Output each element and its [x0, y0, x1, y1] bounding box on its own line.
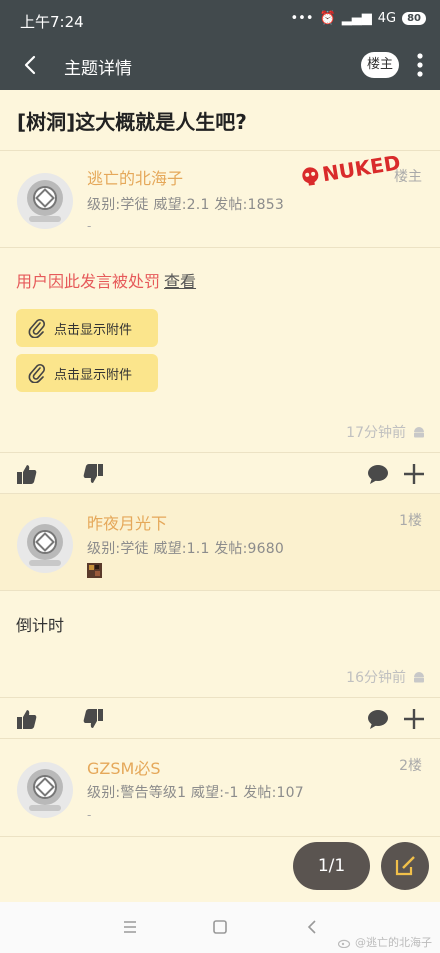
divider — [0, 836, 440, 837]
skull-icon — [302, 167, 319, 186]
comment-icon[interactable] — [367, 708, 389, 730]
floor-label: 2楼 — [399, 758, 422, 774]
page-title: 主题详情 — [64, 59, 132, 79]
user-meta: 级别:警告等级1 威望:-1 发帖:107 — [87, 785, 304, 801]
battery-icon: 80 — [402, 12, 426, 25]
more-vert-icon[interactable] — [412, 52, 428, 78]
owner-only-button[interactable]: 楼主 — [361, 52, 399, 78]
avatar[interactable] — [16, 761, 74, 819]
floor-label: 1楼 — [399, 513, 422, 529]
post-time: 16分钟前 — [346, 667, 426, 687]
status-icons: ••• ⏰ ▂▄▆ 4G 80 — [291, 11, 426, 26]
floor-label: 楼主 — [394, 169, 422, 185]
signal-icon: ▂▄▆ — [341, 11, 372, 26]
thumbs-down-icon[interactable] — [82, 463, 104, 485]
edit-icon — [395, 856, 415, 876]
comment-icon[interactable] — [367, 463, 389, 485]
avatar[interactable] — [16, 516, 74, 574]
android-icon — [414, 672, 424, 683]
attachment-button[interactable]: 点击显示附件 — [16, 309, 158, 347]
reply-button[interactable] — [381, 842, 429, 890]
nuked-label: NUKED — [320, 150, 403, 187]
status-time: 上午7:24 — [20, 13, 84, 31]
paperclip-icon — [28, 363, 46, 383]
divider — [0, 247, 440, 248]
divider — [0, 697, 440, 698]
nuked-stamp: NUKED — [299, 150, 402, 189]
badge-icon — [87, 563, 102, 578]
attachment-label: 点击显示附件 — [54, 322, 133, 338]
plus-icon[interactable] — [403, 463, 425, 485]
post-time: 17分钟前 — [346, 422, 426, 442]
watermark-text: @逃亡的北海子 — [355, 936, 432, 949]
thumbs-down-icon[interactable] — [82, 708, 104, 730]
status-bar: 上午7:24 ••• ⏰ ▂▄▆ 4G 80 — [0, 0, 440, 40]
divider — [0, 452, 440, 453]
paperclip-icon — [28, 318, 46, 338]
menu-icon[interactable] — [122, 920, 138, 934]
back-nav-icon[interactable] — [306, 919, 318, 935]
alarm-icon: ⏰ — [319, 11, 336, 26]
thumbs-up-icon[interactable] — [16, 708, 38, 730]
android-icon — [414, 427, 424, 438]
user-meta: 级别:学徒 威望:2.1 发帖:1853 — [87, 197, 284, 213]
penalty-notice: 用户因此发言被处罚 查看 — [16, 268, 196, 292]
weibo-icon — [338, 939, 351, 948]
network-label: 4G — [377, 11, 397, 26]
post-actions — [0, 700, 440, 740]
post-content: 倒计时 — [16, 616, 65, 635]
divider — [0, 150, 440, 151]
divider — [0, 590, 440, 591]
signature: - — [87, 219, 92, 233]
penalty-view-link[interactable]: 查看 — [164, 272, 196, 291]
back-arrow-icon[interactable] — [18, 52, 44, 78]
thumbs-up-icon[interactable] — [16, 463, 38, 485]
divider — [0, 738, 440, 739]
pagination-button[interactable]: 1/1 — [293, 842, 370, 890]
post-time-text: 17分钟前 — [346, 425, 406, 441]
watermark: @逃亡的北海子 — [338, 934, 432, 950]
attachment-button[interactable]: 点击显示附件 — [16, 354, 158, 392]
signature: - — [87, 808, 92, 822]
post-time-text: 16分钟前 — [346, 670, 406, 686]
avatar[interactable] — [16, 172, 74, 230]
username[interactable]: 昨夜月光下 — [87, 510, 167, 534]
app-bar: 主题详情 楼主 — [0, 40, 440, 90]
username[interactable]: GZSM必S — [87, 755, 160, 779]
home-icon[interactable] — [212, 919, 228, 935]
dots-icon: ••• — [290, 11, 314, 26]
penalty-text: 用户因此发言被处罚 — [16, 272, 161, 291]
username[interactable]: 逃亡的北海子 — [87, 165, 183, 189]
thread-title: [树洞]这大概就是人生吧? — [17, 110, 247, 134]
attachment-label: 点击显示附件 — [54, 367, 133, 383]
plus-icon[interactable] — [403, 708, 425, 730]
user-meta: 级别:学徒 威望:1.1 发帖:9680 — [87, 541, 284, 557]
post-actions — [0, 455, 440, 495]
